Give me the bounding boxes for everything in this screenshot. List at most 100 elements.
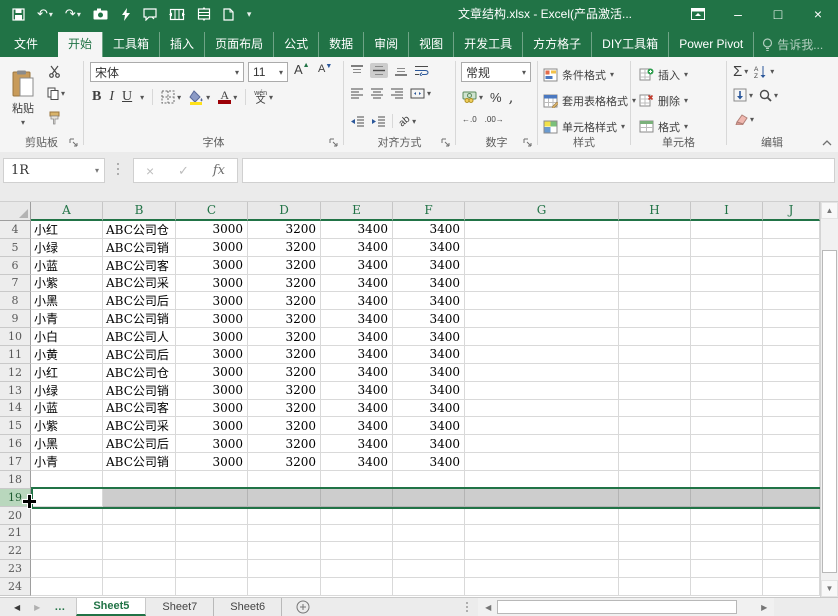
cell-G18[interactable]: [465, 471, 619, 489]
customize-qat-icon[interactable]: ▾: [240, 2, 258, 26]
cell-J12[interactable]: [763, 364, 820, 382]
cell-A10[interactable]: 小白: [31, 328, 103, 346]
row-header-12[interactable]: 12: [0, 364, 31, 382]
merge-center-button[interactable]: ▾: [410, 88, 431, 99]
cell-I18[interactable]: [691, 471, 763, 489]
cell-I5[interactable]: [691, 239, 763, 257]
cell-J17[interactable]: [763, 453, 820, 471]
cell-J15[interactable]: [763, 417, 820, 435]
cell-G9[interactable]: [465, 310, 619, 328]
cell-H7[interactable]: [619, 275, 691, 293]
row-header-18[interactable]: 18: [0, 471, 31, 489]
column-width-icon[interactable]: [163, 2, 191, 26]
clipboard-dialog-launcher-icon[interactable]: [69, 138, 80, 149]
cell-I14[interactable]: [691, 400, 763, 418]
cell-D19[interactable]: [248, 489, 321, 507]
cell-E13[interactable]: 3400: [321, 382, 393, 400]
cell-G11[interactable]: [465, 346, 619, 364]
cell-G16[interactable]: [465, 435, 619, 453]
cell-G14[interactable]: [465, 400, 619, 418]
fill-color-button[interactable]: ▾: [189, 90, 210, 105]
cell-J7[interactable]: [763, 275, 820, 293]
cell-B11[interactable]: ABC公司后: [103, 346, 176, 364]
cell-I24[interactable]: [691, 578, 763, 596]
cell-A12[interactable]: 小红: [31, 364, 103, 382]
cell-H24[interactable]: [619, 578, 691, 596]
wrap-text-button[interactable]: [414, 65, 429, 76]
cell-J23[interactable]: [763, 560, 820, 578]
ribbon-tab-6[interactable]: 数据: [318, 32, 363, 57]
cell-F24[interactable]: [393, 578, 465, 596]
cell-D8[interactable]: 3200: [248, 292, 321, 310]
align-center-button[interactable]: [370, 88, 384, 99]
cut-button[interactable]: [48, 65, 61, 78]
column-header-F[interactable]: F: [393, 202, 465, 221]
cell-B19[interactable]: [103, 489, 176, 507]
row-header-11[interactable]: 11: [0, 346, 31, 364]
borders-button[interactable]: ▾: [161, 90, 181, 104]
cell-H10[interactable]: [619, 328, 691, 346]
column-header-C[interactable]: C: [176, 202, 248, 221]
row-header-5[interactable]: 5: [0, 239, 31, 257]
cell-A6[interactable]: 小蓝: [31, 257, 103, 275]
ribbon-tab-12[interactable]: Power Pivot: [668, 32, 753, 57]
cell-E14[interactable]: 3400: [321, 400, 393, 418]
ribbon-tab-2[interactable]: 工具箱: [102, 32, 159, 57]
cell-A14[interactable]: 小蓝: [31, 400, 103, 418]
flash-fill-icon[interactable]: [114, 2, 137, 26]
row-header-6[interactable]: 6: [0, 257, 31, 275]
ribbon-tab-5[interactable]: 公式: [273, 32, 318, 57]
cell-I11[interactable]: [691, 346, 763, 364]
cell-C20[interactable]: [176, 507, 248, 525]
name-box[interactable]: 1R ▾: [3, 158, 105, 183]
find-select-button[interactable]: ▾: [759, 89, 778, 102]
cell-E22[interactable]: [321, 542, 393, 560]
collapse-ribbon-icon[interactable]: [822, 140, 832, 146]
decrease-decimal-button[interactable]: .00→: [485, 115, 504, 124]
cell-G5[interactable]: [465, 239, 619, 257]
cell-H19[interactable]: [619, 489, 691, 507]
select-all-corner[interactable]: [0, 202, 31, 221]
cell-F15[interactable]: 3400: [393, 417, 465, 435]
cell-G15[interactable]: [465, 417, 619, 435]
accounting-format-button[interactable]: ▾: [462, 91, 483, 103]
cell-B8[interactable]: ABC公司后: [103, 292, 176, 310]
cell-B21[interactable]: [103, 525, 176, 543]
cell-E10[interactable]: 3400: [321, 328, 393, 346]
cell-H22[interactable]: [619, 542, 691, 560]
column-header-H[interactable]: H: [619, 202, 691, 221]
sheet-nav-left-icon[interactable]: ◀: [14, 603, 20, 612]
cell-A9[interactable]: 小青: [31, 310, 103, 328]
cell-I13[interactable]: [691, 382, 763, 400]
decrease-indent-button[interactable]: [350, 116, 365, 127]
cell-F14[interactable]: 3400: [393, 400, 465, 418]
formula-bar-splitter[interactable]: [117, 163, 119, 175]
cell-C17[interactable]: 3000: [176, 453, 248, 471]
ribbon-tab-1[interactable]: 开始: [58, 32, 102, 57]
cell-B18[interactable]: [103, 471, 176, 489]
cancel-icon[interactable]: ×: [146, 163, 154, 179]
cell-C6[interactable]: 3000: [176, 257, 248, 275]
scroll-left-icon[interactable]: ◀: [480, 599, 496, 615]
cell-F16[interactable]: 3400: [393, 435, 465, 453]
increase-decimal-button[interactable]: ←.0: [462, 115, 477, 124]
bottom-align-button[interactable]: [394, 65, 408, 76]
cell-F10[interactable]: 3400: [393, 328, 465, 346]
cell-H16[interactable]: [619, 435, 691, 453]
row-header-17[interactable]: 17: [0, 453, 31, 471]
column-header-I[interactable]: I: [691, 202, 763, 221]
column-header-D[interactable]: D: [248, 202, 321, 221]
cell-J6[interactable]: [763, 257, 820, 275]
cell-F18[interactable]: [393, 471, 465, 489]
cell-I23[interactable]: [691, 560, 763, 578]
cell-D15[interactable]: 3200: [248, 417, 321, 435]
cell-J10[interactable]: [763, 328, 820, 346]
cell-A4[interactable]: 小红: [31, 221, 103, 239]
scroll-down-icon[interactable]: ▼: [821, 580, 838, 597]
ribbon-display-options-icon[interactable]: [678, 0, 718, 28]
save-icon[interactable]: [6, 2, 31, 26]
shrink-font-button[interactable]: A▼: [318, 63, 332, 75]
sheet-nav-ellipsis[interactable]: …: [54, 601, 66, 613]
ribbon-tab-file[interactable]: 文件: [0, 32, 52, 57]
cell-A23[interactable]: [31, 560, 103, 578]
